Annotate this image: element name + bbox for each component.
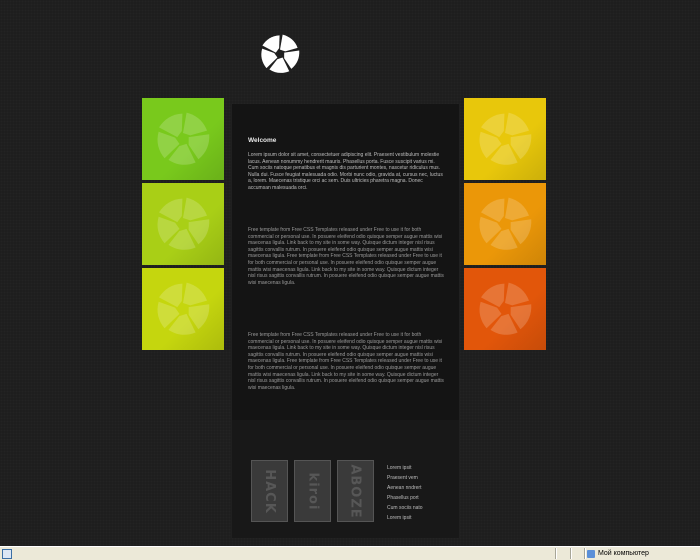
thumbnail-2-label: kiroi (305, 472, 320, 510)
emblem-watermark-icon (157, 112, 210, 165)
tile-right-2[interactable] (464, 183, 546, 265)
body-paragraph-3: Free template from Free CSS Templates re… (248, 332, 444, 391)
thumbnail-1-label: HACK (262, 468, 277, 514)
footer-link[interactable]: Praesent vem (387, 474, 423, 484)
status-divider (555, 548, 557, 559)
body-paragraph-2: Free template from Free CSS Templates re… (248, 227, 444, 286)
logo-emblem-icon (261, 34, 300, 73)
footer-thumbnail-1[interactable]: HACK (251, 460, 288, 522)
footer-link[interactable]: Lorem ipsit (387, 514, 423, 524)
computer-zone-icon (587, 550, 595, 558)
tile-right-1[interactable] (464, 98, 546, 180)
tile-left-2[interactable] (142, 183, 224, 265)
security-zone-label: Мой компьютер (598, 550, 649, 557)
intro-paragraph: Lorem ipsum dolor sit amet, consectetuer… (248, 152, 443, 191)
footer-link-list: Lorem ipsit Praesent vem Aenean nndrert … (387, 464, 423, 523)
footer-panel: HACK kiroi ABOZE Lorem ipsit Praesent ve… (231, 420, 460, 538)
footer-link[interactable]: Aenean nndrert (387, 484, 423, 494)
footer-thumbnail-2[interactable]: kiroi (294, 460, 331, 522)
site-logo[interactable] (258, 32, 302, 76)
emblem-watermark-icon (479, 197, 532, 250)
tile-right-3[interactable] (464, 268, 546, 350)
status-divider (570, 548, 572, 559)
tile-left-1[interactable] (142, 98, 224, 180)
footer-link[interactable]: Cum sociis nato (387, 504, 423, 514)
emblem-watermark-icon (479, 282, 532, 335)
tile-left-3[interactable] (142, 268, 224, 350)
footer-link[interactable]: Phasellus port (387, 494, 423, 504)
footer-link[interactable]: Lorem ipsit (387, 464, 423, 474)
status-divider (584, 548, 586, 559)
emblem-watermark-icon (479, 112, 532, 165)
footer-thumbnail-3[interactable]: ABOZE (337, 460, 374, 522)
content-panel: Welcome Lorem ipsum dolor sit amet, cons… (231, 104, 460, 420)
emblem-watermark-icon (157, 197, 210, 250)
page-status-icon (2, 549, 12, 559)
thumbnail-3-label: ABOZE (348, 463, 364, 519)
emblem-watermark-icon (157, 282, 210, 335)
welcome-heading: Welcome (248, 137, 277, 144)
browser-status-bar: Мой компьютер (0, 546, 700, 560)
